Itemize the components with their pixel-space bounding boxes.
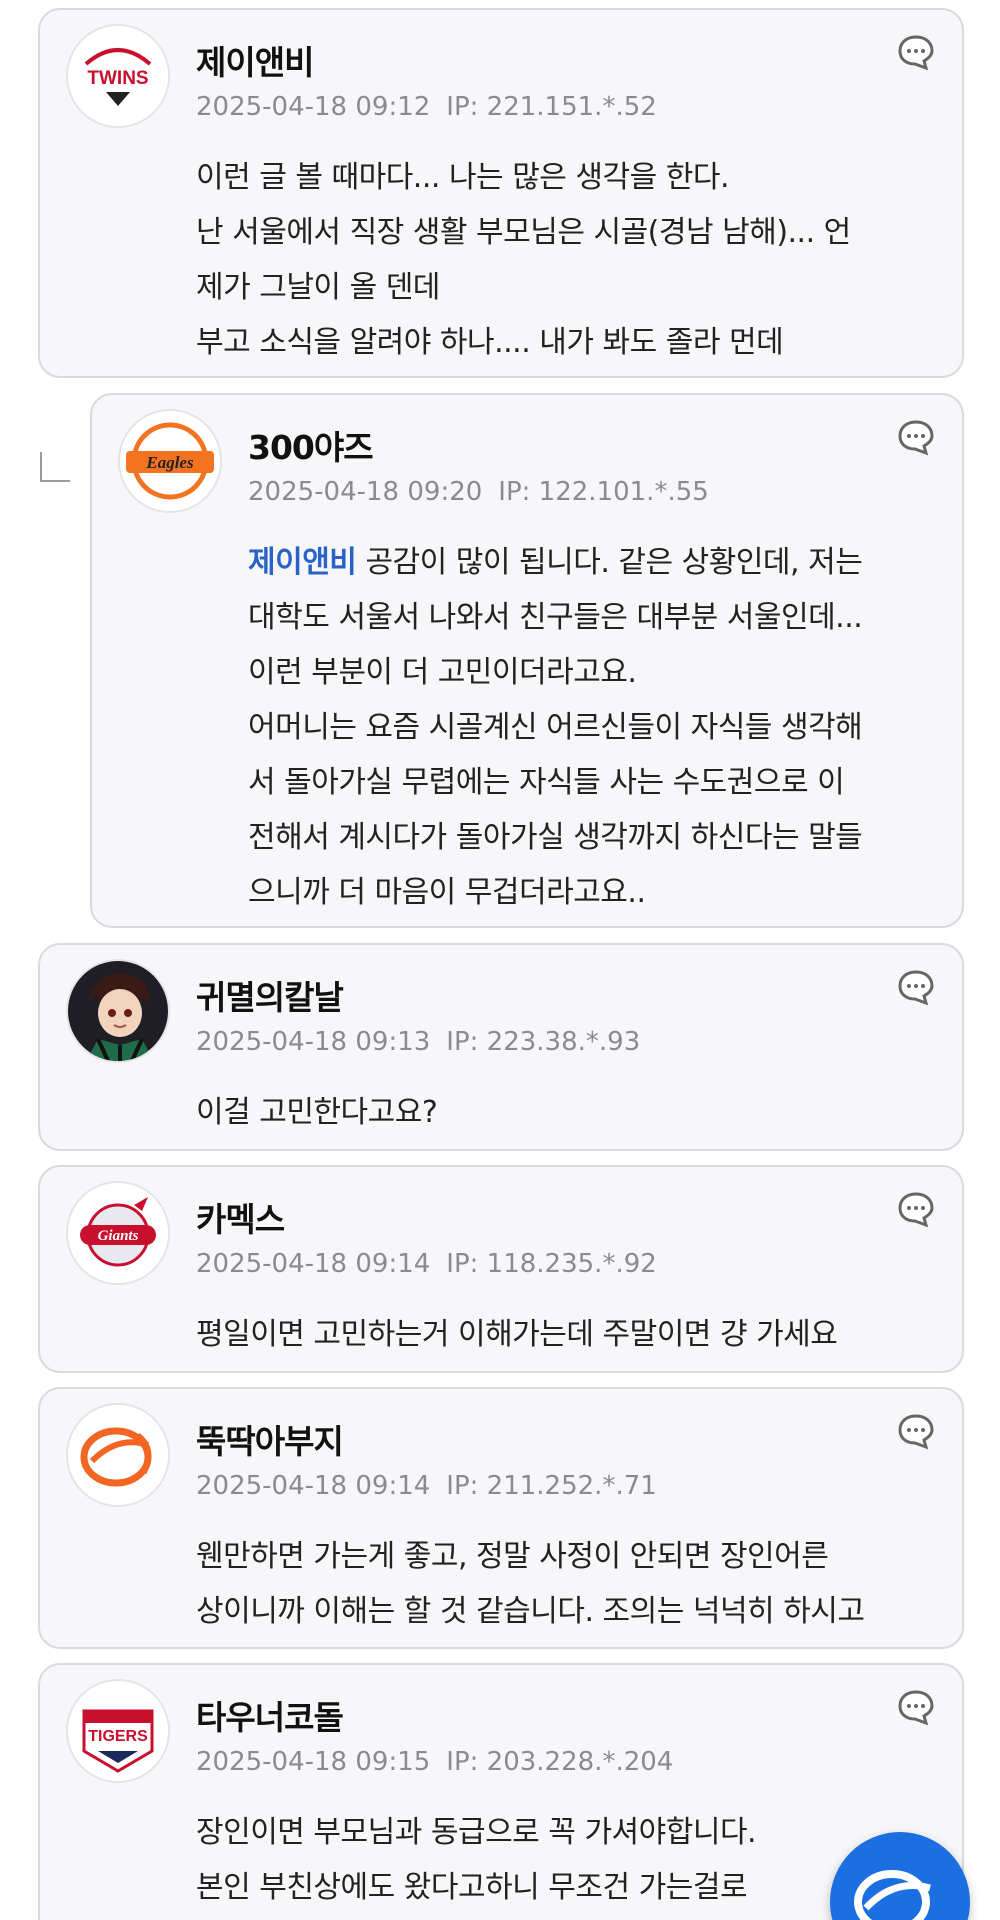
comment-meta: 2025-04-18 09:12 IP: 221.151.*.52	[196, 92, 657, 122]
comment-line: 이걸 고민한다고요?	[196, 1095, 438, 1130]
comment-line: 평일이면 고민하는거 이해가는데 주말이면 걍 가세요	[196, 1317, 838, 1352]
nickname[interactable]: 귀멸의칼날	[196, 971, 344, 1019]
comment-line: 이런 글 볼 때마다... 나는 많은 생각을 한다.	[196, 160, 730, 195]
reply-card: Eagles 300야즈 2025-04-18 09:20 IP: 122.101…	[90, 393, 964, 928]
mention-link[interactable]: 제이앤비	[248, 545, 357, 580]
avatar[interactable]: Giants	[66, 1181, 170, 1285]
comment-line: 제가 그날이 올 덴데	[196, 270, 440, 305]
comment-ip: IP: 203.228.*.204	[446, 1747, 674, 1777]
avatar[interactable]: TWINS	[66, 24, 170, 128]
svg-text:Eagles: Eagles	[145, 453, 194, 472]
comment-body: 이걸 고민한다고요?	[196, 1085, 942, 1140]
comment-line: 웬만하면 가는게 좋고, 정말 사정이 안되면 장인어른	[196, 1539, 829, 1574]
comment-body: 평일이면 고민하는거 이해가는데 주말이면 걍 가세요	[196, 1307, 942, 1362]
comment-bubble-icon[interactable]	[896, 32, 936, 72]
comment-line: 이런 부분이 더 고민이더라고요.	[248, 655, 637, 690]
comment-line: 제이앤비 공감이 많이 됩니다. 같은 상황인데, 저는	[248, 535, 942, 590]
comment-ip: IP: 223.38.*.93	[446, 1027, 641, 1057]
comment-card: TWINS 제이앤비 2025-04-18 09:12 IP: 221.151.*…	[38, 8, 964, 378]
svg-text:TIGERS: TIGERS	[88, 1728, 148, 1745]
comment-date: 2025-04-18 09:20	[248, 477, 483, 507]
comment-date: 2025-04-18 09:12	[196, 92, 431, 122]
comment-card: TIGERS 타우너코돌 2025-04-18 09:15 IP: 203.228…	[38, 1663, 964, 1920]
avatar[interactable]	[66, 959, 170, 1063]
orange-baseball-logo-icon	[68, 1405, 168, 1505]
comment-meta: 2025-04-18 09:13 IP: 223.38.*.93	[196, 1027, 640, 1057]
nickname[interactable]: 뚝딱아부지	[196, 1415, 344, 1463]
nickname[interactable]: 제이앤비	[196, 36, 314, 84]
comment-line: 장인이면 부모님과 동급으로 꼭 가셔야합니다.	[196, 1815, 757, 1850]
comment-date: 2025-04-18 09:13	[196, 1027, 431, 1057]
comment-bubble-icon[interactable]	[896, 417, 936, 457]
comment-date: 2025-04-18 09:14	[196, 1471, 431, 1501]
hanwha-eagles-logo-icon: Eagles	[120, 411, 220, 511]
comment-ip: IP: 221.151.*.52	[446, 92, 657, 122]
comment-line: 대학도 서울서 나와서 친구들은 대부분 서울인데...	[248, 600, 863, 635]
comment-card: Giants 카멕스 2025-04-18 09:14 IP: 118.235.*…	[38, 1165, 964, 1373]
reply-arrow-icon	[40, 452, 70, 482]
comment-line: 부고 소식을 알려야 하나.... 내가 봐도 졸라 먼데	[196, 325, 784, 360]
comment-meta: 2025-04-18 09:14 IP: 118.235.*.92	[196, 1249, 657, 1279]
nickname[interactable]: 카멕스	[196, 1193, 285, 1241]
comment-meta: 2025-04-18 09:20 IP: 122.101.*.55	[248, 477, 709, 507]
svg-text:Giants: Giants	[98, 1228, 139, 1244]
avatar[interactable]	[66, 1403, 170, 1507]
nickname[interactable]: 타우너코돌	[196, 1691, 344, 1739]
comment-card: 뚝딱아부지 2025-04-18 09:14 IP: 211.252.*.71 웬…	[38, 1387, 964, 1649]
lg-twins-logo-icon: TWINS	[68, 26, 168, 126]
comment-line: 어머니는 요즘 시골계신 어르신들이 자식들 생각해	[248, 710, 863, 745]
comment-date: 2025-04-18 09:14	[196, 1249, 431, 1279]
comment-line: 난 서울에서 직장 생활 부모님은 시골(경남 남해)... 언	[196, 215, 851, 250]
comment-card: 귀멸의칼날 2025-04-18 09:13 IP: 223.38.*.93 이걸…	[38, 943, 964, 1151]
comment-ip: IP: 118.235.*.92	[446, 1249, 657, 1279]
anime-character-avatar-icon	[68, 961, 168, 1061]
avatar[interactable]: TIGERS	[66, 1679, 170, 1783]
comment-body: 웬만하면 가는게 좋고, 정말 사정이 안되면 장인어른 상이니까 이해는 할 …	[196, 1529, 942, 1639]
comment-meta: 2025-04-18 09:15 IP: 203.228.*.204	[196, 1747, 673, 1777]
comment-meta: 2025-04-18 09:14 IP: 211.252.*.71	[196, 1471, 657, 1501]
comment-ip: IP: 211.252.*.71	[446, 1471, 657, 1501]
comment-line: 상이니까 이해는 할 것 같습니다. 조의는 넉넉히 하시고	[196, 1594, 865, 1629]
comment-line: 으니까 더 마음이 무겁더라고요..	[248, 875, 646, 910]
comment-body: 이런 글 볼 때마다... 나는 많은 생각을 한다. 난 서울에서 직장 생활…	[196, 150, 942, 370]
lotte-giants-logo-icon: Giants	[68, 1183, 168, 1283]
comment-body: 제이앤비 공감이 많이 됩니다. 같은 상황인데, 저는 대학도 서울서 나와서…	[248, 535, 942, 920]
comment-bubble-icon[interactable]	[896, 1189, 936, 1229]
comment-text: 공감이 많이 됩니다. 같은 상황인데, 저는	[356, 545, 863, 580]
comment-bubble-icon[interactable]	[896, 1687, 936, 1727]
comment-bubble-icon[interactable]	[896, 1411, 936, 1451]
comment-line: 서 돌아가실 무렵에는 자식들 사는 수도권으로 이	[248, 765, 845, 800]
avatar[interactable]: Eagles	[118, 409, 222, 513]
svg-text:TWINS: TWINS	[87, 68, 148, 89]
comment-ip: IP: 122.101.*.55	[498, 477, 709, 507]
nickname[interactable]: 300야즈	[248, 421, 374, 469]
comment-line: 전해서 계시다가 돌아가실 생각까지 하신다는 말들	[248, 820, 863, 855]
kia-tigers-logo-icon: TIGERS	[68, 1681, 168, 1781]
comment-bubble-icon[interactable]	[896, 967, 936, 1007]
comment-date: 2025-04-18 09:15	[196, 1747, 431, 1777]
